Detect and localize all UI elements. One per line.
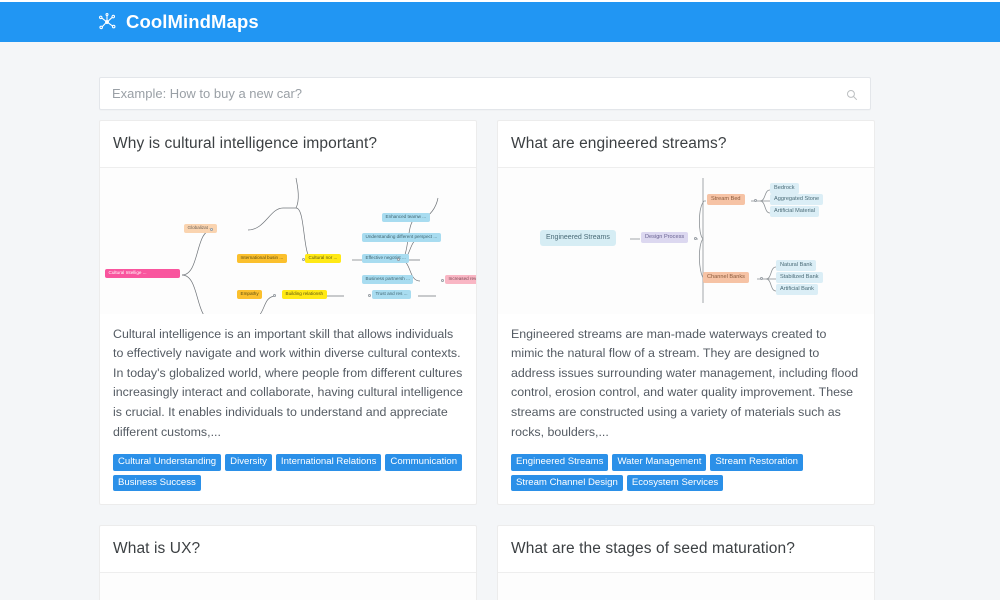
mindmap-edges bbox=[498, 573, 874, 600]
mindmap-node[interactable]: Empathy bbox=[237, 289, 263, 300]
mindmap-node[interactable]: Cultural nor ... bbox=[305, 253, 341, 264]
tag[interactable]: Diversity bbox=[225, 454, 272, 471]
mindmap-node[interactable]: International busin ... bbox=[237, 253, 287, 264]
card-title: What are the stages of seed maturation? bbox=[498, 526, 874, 573]
card-tags: Cultural Understanding Diversity Interna… bbox=[100, 452, 476, 504]
search-input[interactable] bbox=[100, 86, 846, 101]
mindmap-node[interactable]: Engineered Streams bbox=[540, 229, 616, 246]
mindmap-node[interactable]: Design Process bbox=[641, 231, 689, 244]
card-title: What is UX? bbox=[100, 526, 476, 573]
mindmap-preview[interactable]: User Experience Human Interaction Emotio… bbox=[100, 572, 476, 600]
brand[interactable]: CoolMindMaps bbox=[97, 12, 259, 32]
mindmap-node[interactable]: Artificial Bank bbox=[776, 283, 818, 296]
tag[interactable]: Business Success bbox=[113, 474, 201, 492]
tag[interactable]: Engineered Streams bbox=[511, 454, 609, 471]
mindmap-card[interactable]: What are engineered streams? Engineered … bbox=[497, 120, 875, 506]
mindmap-node[interactable]: Cultural Intellige ... bbox=[105, 268, 180, 279]
search-icon[interactable] bbox=[846, 88, 858, 100]
card-description: Cultural intelligence is an important sk… bbox=[113, 326, 463, 439]
mindmap-node[interactable]: Artificial Material bbox=[770, 205, 820, 218]
mindmap-node[interactable]: Business partnersh ... bbox=[362, 274, 414, 285]
mindmap-card[interactable]: What is UX? User Experience Human Int bbox=[99, 525, 477, 600]
mindmap-preview[interactable]: Engineered Streams Design Process Stream… bbox=[498, 167, 874, 314]
mindmap-preview[interactable]: Embryonic development Zygote to embryo C… bbox=[498, 572, 874, 600]
mindmap-preview[interactable]: Cultural Intellige ... Globalizat ... Pe… bbox=[100, 167, 476, 314]
mindmap-node[interactable]: Understanding different perspect ... bbox=[362, 232, 441, 243]
mindmap-node[interactable]: Channel Banks bbox=[703, 271, 749, 284]
tag[interactable]: Cultural Understanding bbox=[113, 454, 222, 471]
mindmap-card[interactable]: What are the stages of seed maturation? … bbox=[497, 525, 875, 600]
app-root: CoolMindMaps Why is cultural intelligenc… bbox=[0, 0, 1000, 600]
mindmap-card[interactable]: Why is cultural intelligence important? bbox=[99, 120, 477, 506]
results-grid: Why is cultural intelligence important? bbox=[99, 120, 875, 600]
mindmap-node[interactable]: Natural Bank bbox=[776, 259, 817, 272]
mindmap-node[interactable]: Building relationsh bbox=[282, 289, 327, 300]
tag[interactable]: Stream Restoration bbox=[710, 454, 804, 471]
tag[interactable]: International Relations bbox=[275, 454, 382, 471]
card-title: Why is cultural intelligence important? bbox=[100, 121, 476, 168]
network-graph-icon bbox=[97, 12, 117, 32]
brand-title: CoolMindMaps bbox=[126, 10, 259, 32]
tag[interactable]: Ecosystem Services bbox=[626, 474, 724, 492]
mindmap-node[interactable]: Stabilized Bank bbox=[776, 271, 823, 284]
search-bar[interactable] bbox=[99, 77, 871, 110]
app-header: CoolMindMaps bbox=[0, 2, 1000, 42]
mindmap-edges bbox=[100, 573, 476, 600]
mindmap-node[interactable]: Bedrock bbox=[770, 182, 799, 195]
card-tags: Engineered Streams Water Management Stre… bbox=[498, 452, 874, 504]
mindmap-node[interactable]: Aggregated Stone bbox=[770, 193, 824, 206]
mindmap-node[interactable]: Increased reven ... bbox=[445, 274, 476, 285]
card-title: What are engineered streams? bbox=[498, 121, 874, 168]
mindmap-node[interactable]: Enhanced teamw ... bbox=[382, 212, 430, 223]
tag[interactable]: Water Management bbox=[612, 454, 707, 471]
tag[interactable]: Stream Channel Design bbox=[511, 474, 623, 492]
mindmap-node[interactable]: Effective negotiat ... bbox=[362, 253, 410, 264]
mindmap-node[interactable]: Trust and res ... bbox=[372, 289, 411, 300]
card-description: Engineered streams are man-made waterway… bbox=[511, 326, 859, 439]
tag[interactable]: Communication bbox=[385, 454, 463, 471]
mindmap-node[interactable]: Stream Bed bbox=[707, 193, 745, 206]
